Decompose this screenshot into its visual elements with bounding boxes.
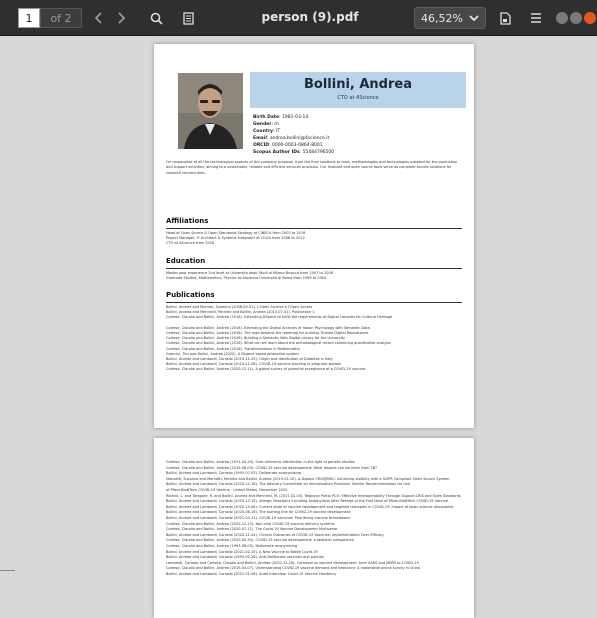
document-title: person (9).pdf	[261, 10, 359, 24]
section-education-heading: Education	[166, 257, 206, 265]
close-icon[interactable]	[584, 12, 596, 24]
section-publications-heading: Publications	[166, 291, 215, 299]
chevron-down-icon	[468, 11, 480, 28]
publication-line: Bollini, Andrea and Lombardi, Corrado (2…	[166, 499, 449, 504]
viewer-toolbar: 1 of 2 person (9).pdf 46,52%	[0, 0, 597, 36]
publication-line: Cortese, Claudio and Bollini, Andrea (20…	[166, 367, 366, 371]
menu-icon[interactable]	[528, 8, 544, 28]
field-scopus: Scopus Author IDs: 55484796500	[253, 150, 335, 155]
publication-line: Cortese, Claudio and Bollini, Andrea (20…	[166, 315, 393, 319]
document-icon[interactable]	[180, 8, 196, 28]
profile-photo	[178, 73, 243, 149]
chevron-left-icon[interactable]	[92, 8, 106, 28]
publication-line: Cortese, Claudio and Bollini, Andrea (20…	[166, 527, 338, 532]
doc-icon[interactable]	[497, 8, 513, 28]
publication-line: Lombardi, Corrado and Cortese, Claudio a…	[166, 560, 419, 565]
minimize-icon[interactable]	[556, 12, 568, 24]
section-divider	[166, 228, 462, 229]
publication-line: Ribeiro, L. and Tarapore, R. and Bollini…	[166, 493, 461, 498]
search-icon[interactable]	[148, 8, 164, 28]
person-role: CTO at 4Science	[337, 95, 379, 101]
zoom-value: 46,52%	[421, 11, 463, 25]
maximize-icon[interactable]	[570, 12, 582, 24]
affiliation-line: CTO at 4Science from 2016	[166, 241, 215, 245]
publication-line: Bollini, Andrea and Lombardi, Corrado (2…	[166, 482, 410, 487]
publication-line: Cortese, Claudio and Bollini, Andrea (20…	[166, 341, 391, 345]
page-selector[interactable]: 1 of 2	[18, 8, 82, 28]
publication-line: Bollini, Andrea and Lombardi, Corrado (2…	[166, 549, 318, 554]
publication-line: Bollini, Andrea and Lombardi, Corrado (1…	[166, 471, 301, 476]
person-name: Bollini, Andrea	[303, 77, 412, 92]
summary-paragraph: I'm responsible of all the technological…	[166, 160, 458, 175]
page-total-label: of 2	[40, 8, 82, 28]
publication-line: Bollini, Andrea and Lombardi, Corrado (2…	[166, 510, 351, 515]
publication-line: Cortese, Claudio and Bollini, Andrea (20…	[166, 465, 377, 470]
pdf-page-1: Bollini, Andrea CTO at 4Science Birth Da…	[154, 44, 474, 428]
publication-line: Bollini, Andrea and Lombardi, Corrado (1…	[166, 555, 324, 560]
current-page-field[interactable]: 1	[18, 8, 40, 28]
publication-line: Cortese, Claudio and Bollini, Andrea (20…	[166, 538, 354, 543]
publication-line: Bollini, Andrea and Lombardi, Corrado (2…	[166, 572, 337, 576]
publication-line: Bollini, Andrea and Lombardi, Corrado (2…	[166, 516, 351, 520]
education-line: Graduate Studies, Mathematics, Physics a…	[166, 276, 327, 280]
publication-line: Manzetti, Susanna and Mornatti, Michela …	[166, 476, 450, 481]
chevron-right-icon[interactable]	[114, 8, 128, 28]
divider	[0, 570, 15, 571]
publication-line: Cortese, Claudio and Bollini, Andrea (20…	[166, 566, 420, 571]
section-affiliations-heading: Affiliations	[166, 217, 209, 225]
document-viewport[interactable]: Bollini, Andrea CTO at 4Science Birth Da…	[0, 36, 597, 618]
section-divider	[166, 302, 462, 303]
zoom-dropdown[interactable]: 46,52%	[414, 7, 486, 29]
pdf-page-2: Cortese, Claudio and Bollini, Andrea (19…	[154, 438, 474, 618]
publication-line: Cortese, Claudio and Bollini, Andrea (19…	[166, 544, 298, 548]
publication-line: Cortese, Claudio and Bollini, Andrea (20…	[166, 521, 335, 526]
section-divider	[166, 268, 462, 269]
publication-line: Cortese, Claudio and Bollini, Andrea (19…	[166, 460, 355, 464]
publication-line: Bollini, Andrea and Lombardi, Corrado (2…	[166, 504, 454, 509]
publication-line: Bollini, Andrea and Lombardi, Corrado (2…	[166, 532, 384, 537]
publication-line: of Pfizer-BioNTech COVID-19 Vaccine - Un…	[166, 488, 288, 492]
